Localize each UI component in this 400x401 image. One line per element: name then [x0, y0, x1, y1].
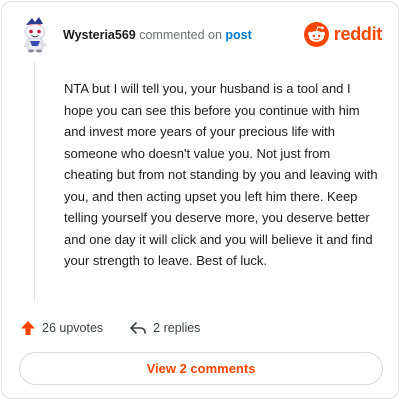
reddit-logo-icon [303, 22, 329, 47]
reply-arrow-icon [130, 322, 146, 334]
view-comments-button[interactable]: View 2 comments [19, 352, 383, 385]
commented-on-label: commented on [139, 28, 222, 42]
reddit-wordmark: reddit [333, 24, 383, 44]
upvote-arrow-icon [21, 321, 35, 335]
comment-actions: 26 upvotes 2 replies [20, 320, 226, 336]
upvote-count: 26 upvotes [42, 321, 104, 335]
snoo-avatar-icon [23, 17, 47, 53]
replies-button[interactable]: 2 replies [129, 320, 200, 336]
replies-count: 2 replies [153, 321, 201, 335]
post-link[interactable]: post [225, 28, 251, 42]
comment-body: NTA but I will tell you, your husband is… [64, 81, 378, 268]
thread-line[interactable] [34, 62, 35, 302]
reddit-brand[interactable]: reddit [303, 22, 383, 47]
avatar[interactable] [20, 16, 50, 54]
username-link[interactable]: Wysteria569 [63, 28, 136, 42]
upvote-button[interactable]: 26 upvotes [20, 320, 103, 336]
comment-card: Wysteria569 commented on post reddit NTA… [1, 1, 399, 399]
comment-header: Wysteria569 commented on post [63, 28, 252, 42]
